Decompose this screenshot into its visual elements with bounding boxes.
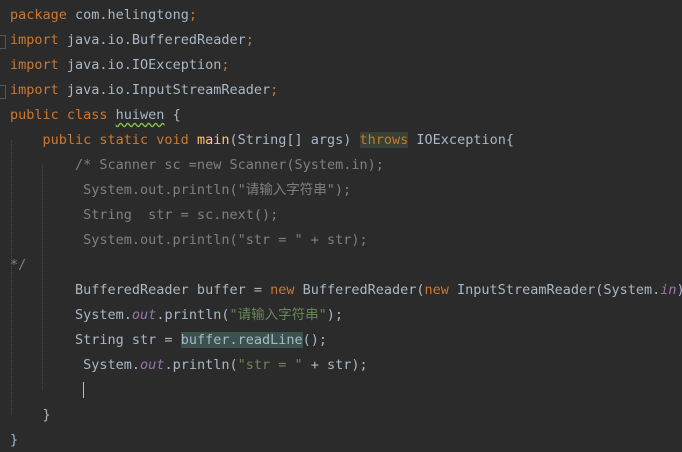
code-line[interactable]: System.out.println("str = " + str); — [10, 353, 368, 378]
code-token: { — [164, 107, 181, 123]
code-line[interactable]: BufferedReader buffer = new BufferedRead… — [10, 278, 682, 303]
code-token: BufferedReader buffer = — [10, 282, 271, 298]
highlighted-keyword-token: throws — [359, 132, 409, 148]
code-token: com.helingtong — [75, 7, 189, 23]
fold-marker-icon[interactable] — [0, 35, 6, 49]
code-line[interactable]: System.out.println("请输入字符串"); — [10, 178, 351, 203]
code-line[interactable]: } — [10, 428, 18, 452]
code-token: BufferedReader( — [302, 282, 425, 298]
code-line[interactable] — [10, 378, 85, 403]
code-token: java.io.InputStreamReader — [66, 82, 271, 98]
code-line[interactable]: } — [10, 403, 51, 428]
code-line[interactable]: import java.io.IOException; — [10, 53, 229, 78]
keyword-token: ; — [188, 7, 197, 23]
code-token: (String[] args) — [229, 132, 360, 148]
keyword-token: new — [270, 282, 303, 298]
code-line[interactable]: package com.helingtong; — [10, 3, 197, 28]
keyword-token: import — [10, 32, 67, 48]
static-field-token: out — [131, 307, 157, 323]
code-editor[interactable]: package com.helingtong; import java.io.Bu… — [0, 0, 682, 452]
code-token: System. — [10, 307, 132, 323]
code-token: } — [10, 432, 19, 448]
string-literal-token: "str = " — [237, 357, 303, 373]
comment-token: String str = sc.next(); — [10, 207, 279, 223]
comment-token: /* Scanner sc =new Scanner(System.in); — [10, 157, 384, 173]
code-line[interactable]: import java.io.InputStreamReader; — [10, 78, 278, 103]
code-line[interactable]: import java.io.BufferedReader; — [10, 28, 254, 53]
code-line[interactable]: System.out.println("str = " + str); — [10, 228, 368, 253]
code-token: String str = — [10, 332, 181, 348]
keyword-token: ; — [221, 57, 230, 73]
keyword-token: public static void — [42, 132, 197, 148]
code-line[interactable]: public class huiwen { — [10, 103, 181, 128]
keyword-token: ; — [270, 82, 279, 98]
keyword-token: ; — [245, 32, 254, 48]
code-line[interactable]: /* Scanner sc =new Scanner(System.in); — [10, 153, 384, 178]
code-token: IOException{ — [408, 132, 514, 148]
code-token: } — [10, 407, 51, 423]
code-line[interactable]: public static void main(String[] args) t… — [10, 128, 514, 153]
keyword-token: package — [10, 7, 76, 23]
code-token: + str); — [302, 357, 368, 373]
code-token: java.io.IOException — [66, 57, 222, 73]
method-name-token: main — [196, 132, 230, 148]
code-line[interactable]: String str = buffer.readLine(); — [10, 328, 327, 353]
keyword-token: public class — [10, 107, 116, 123]
code-token: ); — [326, 307, 343, 323]
code-token: InputStreamReader(System. — [457, 282, 661, 298]
static-field-token: out — [140, 357, 165, 373]
code-token: System. — [10, 357, 141, 373]
code-line[interactable]: System.out.println("请输入字符串"); — [10, 303, 343, 328]
keyword-token: import — [10, 57, 67, 73]
code-token: )); — [677, 282, 682, 298]
string-literal-token: "请输入字符串" — [229, 307, 327, 323]
keyword-token: new — [424, 282, 458, 298]
fold-marker-icon[interactable] — [0, 85, 6, 99]
code-token: (); — [302, 332, 327, 348]
code-line[interactable]: String str = sc.next(); — [10, 203, 278, 228]
class-name-token: huiwen — [115, 107, 165, 123]
comment-token: System.out.println("请输入字符串"); — [10, 182, 352, 198]
text-caret — [83, 382, 85, 398]
code-token: .println( — [164, 357, 238, 373]
keyword-token: import — [10, 82, 67, 98]
comment-token: System.out.println("str = " + str); — [10, 232, 368, 248]
comment-token: */ — [10, 257, 27, 273]
static-field-token: in — [660, 282, 677, 298]
code-token: java.io.BufferedReader — [66, 32, 246, 48]
code-token: .println( — [156, 307, 230, 323]
code-line[interactable]: */ — [10, 253, 26, 278]
highlighted-token: buffer.readLine — [180, 332, 303, 348]
